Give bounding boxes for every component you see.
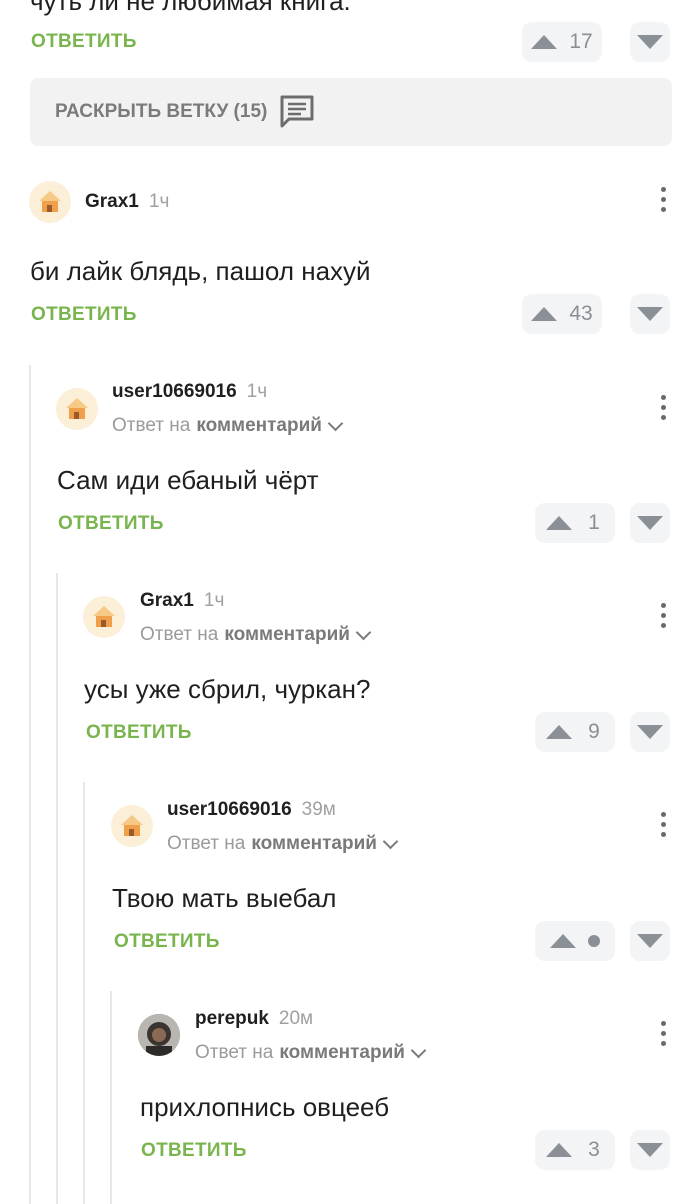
reply-prefix: Ответ на [167,833,246,854]
comment-text: Твою мать выебал [112,883,337,913]
thread-line [29,365,31,1204]
comment-text: усы уже сбрил, чуркан? [84,674,371,704]
reply-target-link[interactable]: комментарий [251,833,377,855]
avatar[interactable] [29,181,71,223]
author-name[interactable]: user10669016 [167,799,292,821]
partial-comment-text: чуть ли не любимая книга. [30,0,351,16]
thread-line [56,573,58,1204]
arrow-down-icon [637,516,663,530]
author-name[interactable]: perepuk [195,1008,269,1030]
reply-target-link[interactable]: комментарий [196,415,322,437]
reply-button[interactable]: ОТВЕТИТЬ [114,931,220,953]
vote-count: 17 [569,30,593,53]
vote-dot-indicator [588,935,600,947]
author-name[interactable]: Grax1 [140,590,194,612]
reply-button[interactable]: ОТВЕТИТЬ [141,1140,247,1162]
reply-target-link[interactable]: комментарий [224,624,350,646]
reply-to-line[interactable]: Ответ на комментарий [167,833,399,855]
user-photo-icon [138,1014,180,1056]
house-icon [66,398,88,419]
avatar[interactable] [138,1014,180,1056]
comment-time: 1ч [203,590,225,611]
vote-count: 1 [588,511,600,534]
arrow-up-icon [546,1143,572,1157]
comment-header: user10669016 39м [167,799,336,821]
comment-header: Grax1 1ч [85,191,169,213]
thread-line [110,991,112,1204]
more-options-icon[interactable] [660,603,666,628]
arrow-up-icon [531,307,558,321]
expand-thread-button[interactable]: РАСКРЫТЬ ВЕТКУ (15) [30,78,672,146]
comment-header: perepuk 20м [195,1008,313,1030]
arrow-down-icon [637,307,663,321]
arrow-up-icon [550,934,576,948]
avatar[interactable] [83,596,125,638]
comment-time: 1ч [246,381,268,402]
arrow-down-icon [637,725,663,739]
upvote-button[interactable]: 3 [535,1130,615,1170]
comment-header: user10669016 1ч [112,381,267,403]
comment-text: Сам иди ебаный чёрт [57,465,319,495]
reply-to-line[interactable]: Ответ на комментарий [140,624,372,646]
author-name[interactable]: user10669016 [112,381,237,403]
expand-thread-label: РАСКРЫТЬ ВЕТКУ (15) [55,101,268,122]
reply-prefix: Ответ на [140,624,219,645]
more-options-icon[interactable] [660,1021,666,1046]
downvote-button[interactable] [630,22,670,62]
arrow-down-icon [637,1143,663,1157]
thread-line [83,782,85,1204]
upvote-button[interactable]: 9 [535,712,615,752]
comment-time: 39м [301,799,336,820]
vote-count: 3 [588,1138,600,1161]
arrow-up-icon [531,35,558,49]
downvote-button[interactable] [630,712,670,752]
reply-button[interactable]: ОТВЕТИТЬ [31,31,137,53]
author-name[interactable]: Grax1 [85,191,139,213]
vote-count: 43 [569,302,593,325]
upvote-button[interactable]: 1 [535,503,615,543]
reply-target-link[interactable]: комментарий [279,1042,405,1064]
arrow-up-icon [546,516,572,530]
arrow-down-icon [637,35,663,49]
chevron-down-icon [355,624,372,641]
avatar[interactable] [56,388,98,430]
house-icon [121,815,143,836]
downvote-button[interactable] [630,294,670,334]
comment-time: 20м [278,1008,314,1029]
downvote-button[interactable] [630,921,670,961]
house-icon [93,606,115,627]
more-options-icon[interactable] [660,395,666,420]
comment-text: би лайк блядь, пашол нахуй [30,256,371,286]
upvote-button[interactable] [535,921,615,961]
reply-prefix: Ответ на [112,415,191,436]
more-options-icon[interactable] [660,812,666,837]
upvote-button[interactable]: 43 [522,294,602,334]
reply-button[interactable]: ОТВЕТИТЬ [86,722,192,744]
reply-prefix: Ответ на [195,1042,274,1063]
vote-count: 9 [588,720,600,743]
chevron-down-icon [327,415,344,432]
avatar[interactable] [111,805,153,847]
more-options-icon[interactable] [660,187,666,212]
reply-button[interactable]: ОТВЕТИТЬ [31,304,137,326]
house-icon [39,191,61,212]
downvote-button[interactable] [630,503,670,543]
reply-to-line[interactable]: Ответ на комментарий [195,1042,427,1064]
downvote-button[interactable] [630,1130,670,1170]
comment-icon [280,95,314,128]
comment-header: Grax1 1ч [140,590,224,612]
chevron-down-icon [410,1042,427,1059]
reply-to-line[interactable]: Ответ на комментарий [112,415,344,437]
reply-button[interactable]: ОТВЕТИТЬ [58,513,164,535]
comment-time: 1ч [148,191,170,212]
upvote-button[interactable]: 17 [522,22,602,62]
arrow-up-icon [546,725,572,739]
comment-text: прихлопнись овцееб [140,1092,390,1122]
arrow-down-icon [637,934,663,948]
chevron-down-icon [382,833,399,850]
